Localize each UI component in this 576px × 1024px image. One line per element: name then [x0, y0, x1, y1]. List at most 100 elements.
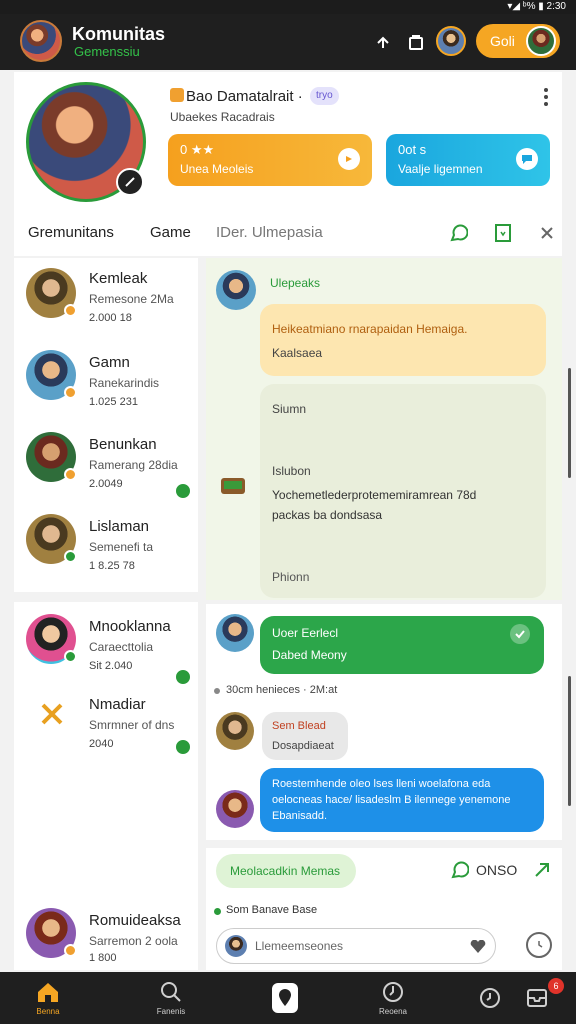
inbox-icon	[527, 989, 547, 1007]
sender-name: Ulepeaks	[270, 276, 321, 290]
app-avatar[interactable]	[20, 20, 62, 62]
list-name: Lislaman	[89, 518, 150, 535]
bottom-nav: Benna Fanenis Reoena 6	[0, 972, 576, 1024]
scrollbar[interactable]	[568, 368, 571, 478]
topic-chip[interactable]: Meolacadkin Memas	[216, 854, 356, 888]
nav-clock[interactable]: Reoena	[358, 972, 428, 1024]
tab-game[interactable]: Game	[150, 224, 191, 241]
heart-icon[interactable]	[467, 936, 489, 958]
community-list-3: Romuideaksa Sarremon 2 oola 1 800	[14, 898, 198, 970]
online-indicator	[174, 482, 192, 500]
bookmark-icon[interactable]	[492, 222, 514, 244]
list-badge	[64, 650, 77, 663]
list-item[interactable]: Nmadiar Smrmner of dns 2040	[14, 684, 198, 764]
gold-button[interactable]: Goli	[476, 24, 560, 58]
message-text: Roestemhende oleo lses lleni woelafona e…	[272, 778, 491, 790]
list-item[interactable]: Gamn Ranekarindis 1.025 231	[14, 342, 198, 422]
list-item[interactable]: Mnooklanna Caraecttolia Sit 2.040	[14, 606, 198, 686]
timer-icon[interactable]	[526, 932, 552, 958]
nav-label: Fanenis	[156, 1006, 186, 1016]
app-root: ▾◢ ᵇ% ▮ 2:30 Komunitas Gemenssiu Goli Ba…	[0, 0, 576, 1024]
list-meta: Sit 2.040	[89, 660, 133, 672]
list-badge	[64, 386, 77, 399]
list-meta: 1 800	[89, 952, 117, 964]
profile-tag: tryo	[310, 87, 339, 105]
nav-home[interactable]: Benna	[13, 972, 83, 1024]
compose-status: Som Banave Base	[226, 904, 318, 916]
list-item[interactable]: Benunkan Ramerang 28dia 2.0049	[14, 424, 198, 504]
message-text: Heikeatmiano rnarapaidan Hemaiga.	[272, 322, 468, 336]
list-name: Mnooklanna	[89, 618, 171, 635]
profile-sub: Ubaekes Racadrais	[170, 110, 275, 124]
message-text: Siumn	[272, 402, 307, 416]
nav-inbox[interactable]: 6	[502, 972, 572, 1024]
list-sub: Smrmner of dns	[89, 718, 175, 732]
nav-search[interactable]: Fanenis	[136, 972, 206, 1024]
tab-explore[interactable]: IDer. Ulmepasia	[216, 224, 323, 241]
list-name: Kemleak	[89, 270, 148, 287]
link-icon[interactable]	[372, 30, 396, 54]
topic-chip-label: Meolacadkin Memas	[230, 864, 341, 878]
app-title: Komunitas	[72, 24, 166, 44]
message-title: Sem Blead	[272, 720, 326, 732]
scrollbar[interactable]	[568, 676, 571, 806]
profile-card: Bao Damatalrait · tryo Ubaekes Racadrais…	[14, 72, 562, 256]
search-icon	[161, 981, 181, 1002]
nav-label: Benna	[36, 1006, 60, 1016]
comment-count: ONSO	[476, 862, 518, 878]
chat-panel-2: Uoer Eerlecl Dabed Meony 30cm henieces ·…	[206, 604, 562, 840]
message-input[interactable]: Llemeemseones	[216, 928, 496, 964]
list-sub: Caraecttolia	[89, 640, 154, 654]
sender-avatar[interactable]	[216, 712, 254, 750]
sender-avatar[interactable]	[216, 614, 254, 652]
message-text: oelocneas hace/ lisadeslm B ilennege yen…	[272, 794, 511, 806]
app-subtitle: Gemenssiu	[74, 44, 140, 59]
list-sub: Ramerang 28dia	[89, 458, 178, 472]
comment-icon[interactable]	[450, 860, 470, 880]
tab-community[interactable]: Gremunitans	[28, 224, 114, 241]
stats-orange-icon	[338, 148, 360, 170]
input-placeholder: Llemeemseones	[255, 939, 344, 953]
list-badge	[64, 304, 77, 317]
chat-icon	[516, 148, 538, 170]
profile-tag-text: tryo	[316, 90, 333, 101]
stats-orange-sub: Unea Meoleis	[180, 162, 254, 176]
list-name: Romuideaksa	[89, 912, 181, 929]
edit-icon[interactable]	[116, 168, 144, 196]
list-name: Nmadiar	[89, 696, 146, 713]
list-sub: Ranekarindis	[89, 376, 160, 390]
top-header: Komunitas Gemenssiu Goli	[0, 14, 576, 70]
list-sub: Remesone 2Ma	[89, 292, 174, 306]
chat-panel: Ulepeaks Heikeatmiano rnarapaidan Hemaig…	[206, 258, 562, 600]
message-text: Phionn	[272, 570, 310, 584]
stats-blue-title: 0ot s	[398, 142, 427, 157]
list-meta: 1.025 231	[89, 396, 138, 408]
message-text: Ebanisadd.	[272, 810, 328, 822]
sender-avatar[interactable]	[216, 270, 256, 310]
message-text: Dosapdiaeat	[272, 740, 334, 752]
stats-card-blue[interactable]: 0ot s Vaalje ligemnen	[386, 134, 550, 186]
message-title: Uoer Eerlecl	[272, 626, 339, 640]
friend-avatar[interactable]	[436, 26, 466, 56]
nav-center[interactable]	[250, 972, 320, 1024]
community-list-2: Mnooklanna Caraecttolia Sit 2.040 Nmadia…	[14, 602, 198, 898]
community-list: Kemleak Remesone 2Ma 2.000 18 Gamn Ranek…	[14, 258, 198, 592]
check-icon	[510, 624, 530, 644]
list-badge	[64, 468, 77, 481]
status-text: ▾◢ ᵇ% ▮ 2:30	[507, 1, 566, 12]
sender-avatar[interactable]	[216, 790, 254, 828]
close-icon[interactable]	[536, 222, 558, 244]
list-item[interactable]: Lislaman Semenefi ta 1 8.25 78	[14, 506, 198, 586]
message-text: Yochemetlederprotememiramrean 78d	[272, 488, 477, 502]
list-sub: Semenefi ta	[89, 540, 154, 554]
arrow-right-icon[interactable]	[532, 860, 552, 880]
list-sub: Sarremon 2 oola	[89, 934, 178, 948]
location-icon	[272, 983, 298, 1013]
stats-card-orange[interactable]: 0 ★★ Unea Meoleis	[168, 134, 372, 186]
comment-icon[interactable]	[448, 222, 470, 244]
message-text: Kaalsaea	[272, 346, 323, 360]
list-item[interactable]: Romuideaksa Sarremon 2 oola 1 800	[14, 898, 198, 978]
more-vertical-icon[interactable]	[538, 86, 554, 108]
bag-icon[interactable]	[404, 30, 428, 54]
list-item[interactable]: Kemleak Remesone 2Ma 2.000 18	[14, 258, 198, 338]
